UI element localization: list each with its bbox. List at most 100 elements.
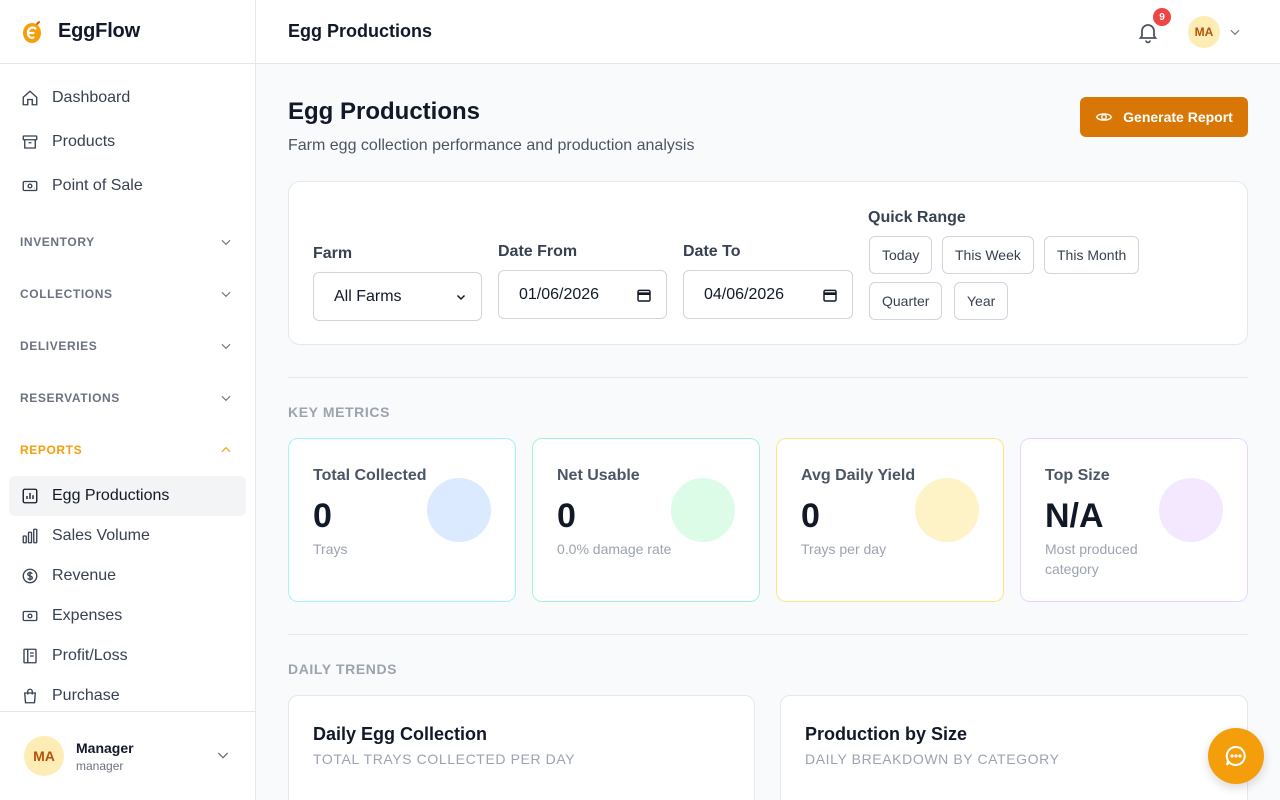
- sidebar-nav: Dashboard Products Point of Sale INVENTO…: [0, 64, 255, 716]
- sidebar-item-label: Egg Productions: [52, 487, 170, 504]
- sidebar: EggFlow Dashboard Products Point of Sale…: [0, 0, 256, 800]
- reports-submenu: Egg Productions Sales Volume Revenue Exp…: [0, 476, 255, 716]
- filter-card: Farm All Farms Date From 01/06/2026 Date…: [288, 181, 1248, 345]
- metric-description: Most produced category: [1045, 541, 1138, 577]
- sidebar-item-products[interactable]: Products: [9, 122, 246, 162]
- chart-card-production-by-size: Production by Size DAILY BREAKDOWN BY CA…: [780, 695, 1248, 800]
- sidebar-item-purchase[interactable]: Purchase: [9, 676, 246, 716]
- section-inventory[interactable]: INVENTORY: [0, 216, 255, 268]
- quick-range-year[interactable]: Year: [954, 282, 1009, 320]
- metric-card-avg-daily-yield: Avg Daily Yield 0 Trays per day: [776, 438, 1004, 602]
- date-from-input[interactable]: 01/06/2026: [498, 270, 667, 319]
- metric-card-net-usable: Net Usable 0 0.0% damage rate: [532, 438, 760, 602]
- chart-card-daily-egg-collection: Daily Egg Collection TOTAL TRAYS COLLECT…: [288, 695, 755, 800]
- sidebar-item-point-of-sale[interactable]: Point of Sale: [9, 166, 246, 206]
- sidebar-item-label: Revenue: [52, 567, 117, 584]
- chat-button[interactable]: [1208, 728, 1264, 784]
- ledger-icon: [21, 647, 39, 665]
- date-to-value: 04/06/2026: [704, 285, 785, 303]
- calendar-icon[interactable]: [822, 287, 838, 303]
- date-to-label: Date To: [683, 243, 741, 260]
- section-reports[interactable]: REPORTS: [0, 424, 255, 476]
- metric-description: Trays per day: [801, 541, 887, 557]
- section-reservations[interactable]: RESERVATIONS: [0, 372, 255, 424]
- eggflow-logo-icon: [23, 20, 41, 43]
- chevron-down-icon: [221, 395, 231, 402]
- metric-description: Trays: [313, 541, 348, 557]
- generate-report-button[interactable]: Generate Report: [1080, 97, 1248, 137]
- section-deliveries[interactable]: DELIVERIES: [0, 320, 255, 372]
- calendar-icon[interactable]: [636, 287, 652, 303]
- sidebar-item-label: Expenses: [52, 607, 123, 624]
- section-label: INVENTORY: [20, 235, 95, 249]
- shopping-bag-icon: [21, 687, 39, 705]
- chart-subtitle: TOTAL TRAYS COLLECTED PER DAY: [313, 751, 576, 767]
- banknote-icon: [21, 607, 39, 625]
- sidebar-item-label: Dashboard: [52, 89, 131, 106]
- cash-register-icon: [21, 177, 39, 195]
- generate-report-label: Generate Report: [1123, 109, 1233, 125]
- bar-chart-alt-icon: [21, 527, 39, 545]
- avatar[interactable]: MA: [1188, 16, 1220, 48]
- user-info: Manager manager: [76, 740, 134, 773]
- notification-badge: 9: [1153, 8, 1171, 26]
- daily-trends-title: DAILY TRENDS: [288, 661, 398, 677]
- section-label: REPORTS: [20, 443, 83, 457]
- chevron-down-icon: [221, 291, 231, 298]
- divider: [288, 634, 1248, 635]
- chevron-down-icon: [456, 294, 466, 300]
- topbar-title: Egg Productions: [288, 21, 432, 41]
- archive-box-icon: [21, 133, 39, 151]
- key-metrics-title: KEY METRICS: [288, 404, 391, 420]
- divider: [288, 377, 1248, 378]
- sidebar-item-sales-volume[interactable]: Sales Volume: [9, 516, 246, 556]
- avatar: MA: [24, 736, 64, 776]
- chevron-down-icon: [217, 752, 229, 759]
- section-label: COLLECTIONS: [20, 287, 113, 301]
- user-role: manager: [76, 758, 124, 773]
- sidebar-item-expenses[interactable]: Expenses: [9, 596, 246, 636]
- chat-bubble-icon: [1225, 745, 1246, 766]
- decorative-circle: [671, 478, 735, 542]
- sidebar-item-dashboard[interactable]: Dashboard: [9, 78, 246, 118]
- quick-range-quarter[interactable]: Quarter: [869, 282, 943, 320]
- chevron-down-icon: [221, 239, 231, 246]
- date-from-value: 01/06/2026: [519, 285, 600, 303]
- chevron-down-icon[interactable]: [1228, 25, 1242, 39]
- chevron-up-icon: [221, 446, 231, 453]
- app-name: EggFlow: [58, 20, 140, 42]
- user-menu[interactable]: MA Manager manager: [0, 711, 255, 800]
- quick-range-this-week[interactable]: This Week: [942, 236, 1034, 274]
- metric-card-total-collected: Total Collected 0 Trays: [288, 438, 516, 602]
- brand[interactable]: EggFlow: [0, 0, 255, 64]
- metric-label: Net Usable: [557, 467, 640, 484]
- metric-label: Total Collected: [313, 467, 427, 484]
- farm-select-value: All Farms: [334, 287, 402, 305]
- sidebar-item-profit-loss[interactable]: Profit/Loss: [9, 636, 246, 676]
- metric-label: Avg Daily Yield: [801, 467, 916, 484]
- quick-range-today[interactable]: Today: [869, 236, 933, 274]
- metric-description: 0.0% damage rate: [557, 541, 672, 557]
- page-title: Egg Productions: [288, 98, 480, 125]
- chart-title: Daily Egg Collection: [313, 724, 488, 744]
- sidebar-item-label: Sales Volume: [52, 527, 150, 544]
- metric-value: 0: [801, 497, 820, 535]
- sidebar-item-label: Products: [52, 133, 116, 150]
- metric-card-top-size: Top Size N/A Most produced category: [1020, 438, 1248, 602]
- farm-label: Farm: [313, 245, 353, 262]
- metric-label: Top Size: [1045, 467, 1110, 484]
- date-to-input[interactable]: 04/06/2026: [683, 270, 853, 319]
- farm-select[interactable]: All Farms: [313, 272, 482, 321]
- quick-range-this-month[interactable]: This Month: [1044, 236, 1140, 274]
- section-collections[interactable]: COLLECTIONS: [0, 268, 255, 320]
- date-from-label: Date From: [498, 243, 578, 260]
- sidebar-item-revenue[interactable]: Revenue: [9, 556, 246, 596]
- home-icon: [21, 89, 39, 107]
- decorative-circle: [427, 478, 491, 542]
- section-label: RESERVATIONS: [20, 391, 120, 405]
- metric-value: N/A: [1045, 497, 1104, 535]
- eye-icon: [1095, 108, 1113, 126]
- sidebar-item-egg-productions[interactable]: Egg Productions: [9, 476, 246, 516]
- decorative-circle: [915, 478, 979, 542]
- dollar-circle-icon: [21, 567, 39, 585]
